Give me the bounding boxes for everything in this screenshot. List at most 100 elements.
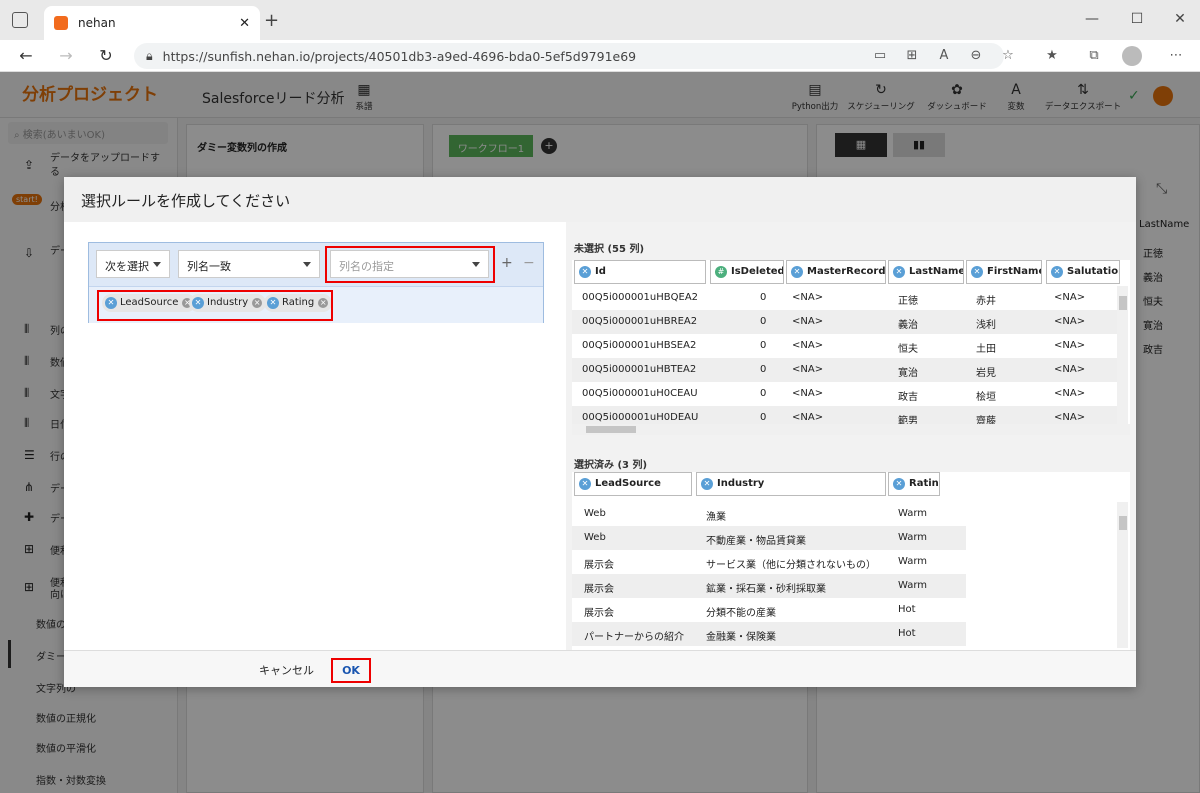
table-cell: 鉱業・採石業・砂利採取業 <box>706 584 826 595</box>
cancel-button[interactable]: キャンセル <box>259 662 314 678</box>
column-header[interactable]: ✕ LastName <box>888 260 964 284</box>
column-header[interactable]: ✕ Id <box>574 260 706 284</box>
table-cell: 展示会 <box>584 584 614 595</box>
table-cell: 寛治 <box>898 368 918 379</box>
column-header[interactable]: # IsDeleted <box>710 260 784 284</box>
column-header[interactable]: ✕ FirstName <box>966 260 1042 284</box>
column-header-label: Id <box>595 266 606 277</box>
match-mode-dropdown[interactable]: 列名一致 <box>178 250 320 278</box>
maximize-icon[interactable]: ☐ <box>1125 8 1149 32</box>
column-header[interactable]: ✕ Industry <box>696 472 886 496</box>
table-cell: 0 <box>760 364 767 375</box>
dialog-footer: キャンセル OK <box>64 650 1136 687</box>
browser-tab-bar: nehan ✕ + — ☐ ✕ <box>0 0 1200 40</box>
rule-editor: 次を選択 列名一致 列名の指定 + − ✕ LeadSource × ✕ Indust… <box>64 222 566 650</box>
table-cell: <NA> <box>792 412 824 423</box>
table-cell: 政吉 <box>898 392 918 403</box>
table-cell: 範男 <box>898 416 918 424</box>
browser-tab[interactable]: nehan ✕ <box>44 6 260 40</box>
column-type-icon: ✕ <box>701 478 713 490</box>
new-tab-icon[interactable]: + <box>264 10 279 31</box>
remove-rule-icon[interactable]: − <box>523 255 535 271</box>
table-cell: Hot <box>898 604 916 615</box>
table-cell: <NA> <box>1054 412 1086 423</box>
column-header-label: FirstName <box>987 266 1042 277</box>
column-type-icon: ✕ <box>791 266 803 278</box>
tab-actions-icon[interactable] <box>12 12 28 28</box>
selection-rule-dialog: 選択ルールを作成してください ⤡ 次を選択 列名一致 列名の指定 + − ✕ Le… <box>64 177 1167 687</box>
add-rule-icon[interactable]: + <box>501 255 513 271</box>
chevron-down-icon <box>303 262 311 267</box>
numeric-type-icon: # <box>715 266 727 278</box>
table-cell: 00Q5i000001uH0CEAU <box>582 388 698 399</box>
table-cell: 金融業・保険業 <box>706 632 776 643</box>
forward-icon[interactable]: → <box>54 44 78 68</box>
column-header-label: Industry <box>717 478 765 489</box>
column-header[interactable]: ✕ LeadSource <box>574 472 692 496</box>
expand-icon[interactable]: ⤡ <box>1156 181 1167 197</box>
unselected-rows: 00Q5i000001uHBQEA2 0 <NA> 正徳 赤井 <NA> 00Q5i0000… <box>572 286 1117 424</box>
scroll-thumb[interactable] <box>586 426 636 433</box>
table-cell: 00Q5i000001uHBTEA2 <box>582 364 697 375</box>
horizontal-scrollbar[interactable] <box>572 424 1130 435</box>
column-header[interactable]: ✕ Salutation <box>1046 260 1120 284</box>
zoom-icon[interactable]: ⊖ <box>966 46 986 66</box>
reader-icon[interactable]: ▭ <box>870 46 890 66</box>
back-icon[interactable]: ← <box>14 44 38 68</box>
profile-icon[interactable] <box>1122 46 1142 66</box>
table-cell: <NA> <box>792 340 824 351</box>
column-type-icon: ✕ <box>1051 266 1063 278</box>
table-cell: Hot <box>898 628 916 639</box>
vertical-scrollbar[interactable] <box>1117 502 1128 648</box>
minimize-icon[interactable]: — <box>1080 8 1104 32</box>
refresh-icon[interactable]: ↻ <box>94 44 118 68</box>
close-tab-icon[interactable]: ✕ <box>239 16 250 31</box>
scroll-thumb[interactable] <box>1119 516 1127 530</box>
read-aloud-icon[interactable]: A <box>934 46 954 66</box>
column-header-label: Rating <box>909 478 939 489</box>
scroll-thumb[interactable] <box>1119 296 1127 310</box>
table-cell: 0 <box>760 292 767 303</box>
select-mode-dropdown[interactable]: 次を選択 <box>96 250 170 278</box>
table-row: 展示会 分類不能の産業 Hot <box>572 598 966 622</box>
table-cell: パートナーからの紹介 <box>584 632 684 643</box>
close-window-icon[interactable]: ✕ <box>1168 8 1192 32</box>
column-type-icon: ✕ <box>579 478 591 490</box>
table-cell: 義治 <box>898 320 918 331</box>
collections-icon[interactable]: ⧉ <box>1084 46 1104 66</box>
table-cell: Warm <box>898 508 928 519</box>
table-row: 00Q5i000001uH0DEAU 0 <NA> 範男 齋藤 <NA> <box>572 406 1117 424</box>
rule-box: 次を選択 列名一致 列名の指定 + − ✕ LeadSource × ✕ Indust… <box>88 242 544 323</box>
table-cell: 漁業 <box>706 512 726 523</box>
table-cell: 00Q5i000001uHBQEA2 <box>582 292 699 303</box>
table-cell: <NA> <box>1054 364 1086 375</box>
favorite-add-icon[interactable]: ☆ <box>998 46 1018 66</box>
table-cell: <NA> <box>1054 316 1086 327</box>
apps-icon[interactable]: ⊞ <box>902 46 922 66</box>
table-cell: 00Q5i000001uHBREA2 <box>582 316 698 327</box>
column-type-icon: ✕ <box>893 478 905 490</box>
highlight-box <box>97 290 333 321</box>
table-row: 00Q5i000001uHBREA2 0 <NA> 義治 浅利 <NA> <box>572 310 1117 334</box>
favorites-icon[interactable]: ★ <box>1042 46 1062 66</box>
ok-button[interactable]: OK <box>331 658 371 683</box>
more-icon[interactable]: ⋯ <box>1166 46 1186 66</box>
vertical-scrollbar[interactable] <box>1117 286 1128 424</box>
column-header[interactable]: ✕ Rating <box>888 472 940 496</box>
table-cell: 展示会 <box>584 560 614 571</box>
column-header-label: MasterRecordId <box>807 266 886 277</box>
table-row: 00Q5i000001uHBQEA2 0 <NA> 正徳 赤井 <NA> <box>572 286 1117 310</box>
select-mode-value: 次を選択 <box>105 260 149 273</box>
table-cell: Web <box>584 532 606 543</box>
table-cell: 0 <box>760 316 767 327</box>
table-cell: <NA> <box>1054 292 1086 303</box>
table-cell: 齋藤 <box>976 416 996 424</box>
column-header[interactable]: ✕ MasterRecordId <box>786 260 886 284</box>
table-cell: <NA> <box>792 364 824 375</box>
table-cell: 土田 <box>976 344 996 355</box>
table-cell: <NA> <box>792 292 824 303</box>
table-cell: <NA> <box>1054 388 1086 399</box>
table-row: Web 漁業 Warm <box>572 502 966 526</box>
table-cell: 桧垣 <box>976 392 996 403</box>
column-header-label: LastName <box>909 266 964 277</box>
